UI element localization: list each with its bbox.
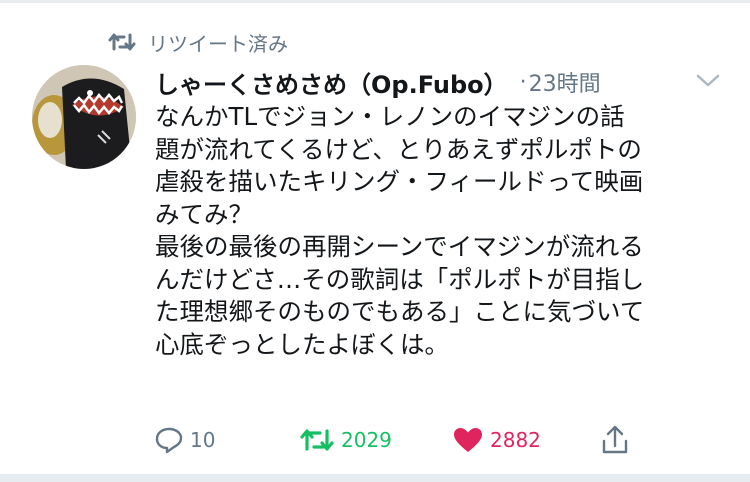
share-button[interactable]	[600, 420, 636, 460]
tweet-actions: 10 2029 2882	[0, 420, 750, 460]
share-icon	[602, 425, 628, 454]
tweet-text: なんかTLでジョン・レノンのイマジンの話 題が流れてくるけど、とりあえずポルポト…	[155, 101, 730, 361]
display-name[interactable]: しゃーくさめさめ（Op.Fubo）	[155, 65, 508, 100]
tweet-text-line: た理想郷そのものでもある」ことに気づいて	[155, 297, 645, 326]
tweet-text-line: なんかTLでジョン・レノンのイマジンの話	[155, 102, 625, 131]
retweet-icon	[108, 33, 136, 51]
retweet-count: 2029	[341, 428, 392, 452]
top-divider	[0, 0, 750, 3]
heart-icon	[454, 428, 482, 452]
tweet-text-line: 心底ぞっとしたよぼくは。	[155, 329, 449, 359]
retweet-context-label: リツイート済み	[148, 31, 288, 56]
like-button[interactable]: 2882	[452, 420, 541, 460]
retweet-button[interactable]: 2029	[299, 420, 392, 460]
reply-count: 10	[190, 428, 216, 452]
avatar[interactable]	[32, 65, 136, 169]
tweet-text-line: みてみ？	[155, 199, 253, 229]
timestamp[interactable]: 23時間	[529, 66, 601, 98]
tweet-text-line: 最後の最後の再開シーンでイマジンが流れる	[155, 232, 644, 261]
reply-button[interactable]: 10	[154, 420, 215, 460]
tweet-text-line: 虐殺を描いたキリング・フィールドって映画	[155, 167, 644, 196]
header-separator: ·	[519, 69, 527, 95]
tweet-text-line: んだけどさ…その歌詞は「ポルポトが目指し	[155, 264, 645, 294]
tweet-header: しゃーくさめさめ（Op.Fubo） · 23時間	[155, 63, 601, 101]
chevron-down-icon[interactable]	[694, 70, 722, 90]
retweet-context: リツイート済み	[108, 27, 288, 57]
bottom-divider	[0, 474, 750, 482]
retweet-icon	[300, 429, 334, 451]
tweet-text-line: 題が流れてくるけど、とりあえずポルポトの	[155, 134, 642, 164]
like-count: 2882	[490, 428, 541, 452]
reply-icon	[155, 427, 183, 454]
shark-avatar-image	[32, 65, 136, 169]
